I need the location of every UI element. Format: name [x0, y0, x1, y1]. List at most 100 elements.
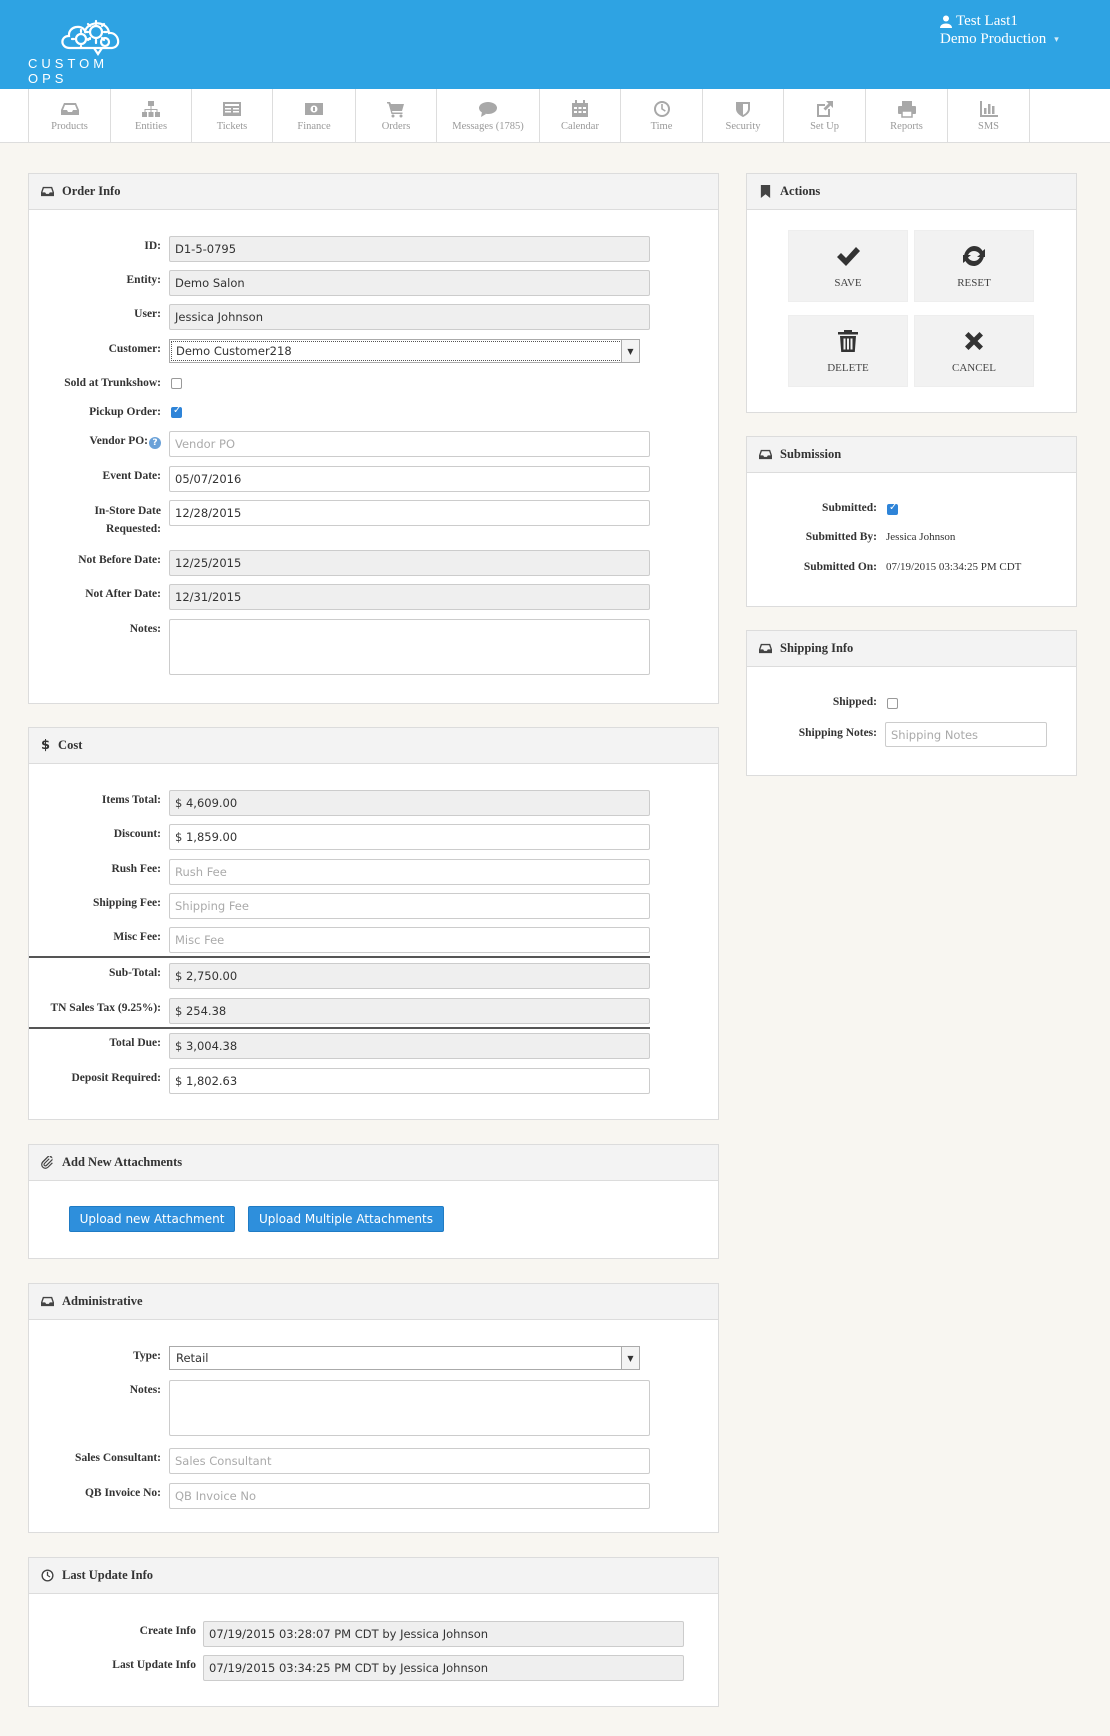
- entity-label: Entity:: [126, 274, 162, 286]
- instore-date-label: In-Store Date Requested:: [29, 502, 161, 538]
- nav-finance[interactable]: Finance: [273, 89, 356, 143]
- vendor-po-input[interactable]: Vendor PO: [169, 431, 650, 457]
- nav-entities[interactable]: Entities: [111, 89, 192, 143]
- submission-header: Submission: [747, 437, 1076, 473]
- create-info-label: Create Info: [139, 1625, 196, 1637]
- pickup-checkbox[interactable]: [171, 405, 182, 418]
- vendor-po-label-text: Vendor PO:: [89, 435, 148, 447]
- shipped-checkbox[interactable]: [887, 698, 898, 709]
- items-total-field[interactable]: $ 4,609.00: [169, 790, 650, 816]
- user-label: User:: [134, 308, 161, 320]
- nav-security[interactable]: Security: [703, 89, 784, 143]
- submitted-by-value: Jessica Johnson: [886, 531, 956, 543]
- reset-label: RESET: [957, 277, 991, 289]
- chevron-down-icon: ▼: [621, 340, 639, 362]
- nav-label: Orders: [381, 121, 411, 132]
- qb-invoice-input[interactable]: QB Invoice No: [169, 1483, 650, 1509]
- last-update-info-field[interactable]: 07/19/2015 03:34:25 PM CDT by Jessica Jo…: [203, 1655, 684, 1681]
- nav-products[interactable]: Products: [28, 89, 111, 143]
- nav-messages[interactable]: Messages (1785): [437, 89, 540, 143]
- administrative-panel: Administrative Type: Retail ▼ Notes: Sal…: [28, 1283, 719, 1533]
- actions-header: Actions: [747, 174, 1076, 210]
- total-divider: [29, 1027, 650, 1029]
- user-field[interactable]: Jessica Johnson: [169, 304, 650, 330]
- entity-field[interactable]: Demo Salon: [169, 270, 650, 296]
- dollar-icon: $: [41, 738, 51, 753]
- custom-ops-logo[interactable]: CUSTOM OPS: [28, 12, 148, 86]
- sitemap-icon: [142, 101, 160, 117]
- panel-title: Administrative: [62, 1294, 143, 1308]
- submitted-by-label: Submitted By:: [805, 531, 877, 543]
- nav-sms[interactable]: SMS: [948, 89, 1030, 143]
- panel-title: Cost: [58, 738, 83, 752]
- submitted-checkbox[interactable]: [887, 502, 898, 515]
- upload-attachment-button[interactable]: Upload new Attachment: [69, 1206, 235, 1232]
- notes-textarea[interactable]: [169, 619, 650, 675]
- nav-label: Security: [725, 121, 761, 132]
- misc-fee-input[interactable]: Misc Fee: [169, 927, 650, 953]
- delete-label: DELETE: [827, 362, 869, 374]
- nav-label: Tickets: [216, 121, 248, 132]
- inbox-icon: [759, 643, 772, 654]
- help-icon[interactable]: ?: [149, 437, 161, 449]
- instore-label-line1: In-Store Date: [94, 505, 161, 517]
- id-field[interactable]: D1-5-0795: [169, 236, 650, 262]
- trunkshow-checkbox[interactable]: [171, 378, 182, 389]
- user-menu[interactable]: Test Last1 Demo Production ▾: [940, 12, 1059, 48]
- bar-chart-icon: [979, 101, 998, 117]
- event-date-input[interactable]: 05/07/2016: [169, 466, 650, 492]
- reset-button[interactable]: RESET: [914, 230, 1034, 302]
- shipping-fee-input[interactable]: Shipping Fee: [169, 893, 650, 919]
- panel-title: Submission: [780, 447, 842, 461]
- customer-select[interactable]: Demo Customer218 ▼: [169, 339, 640, 363]
- save-button[interactable]: SAVE: [788, 230, 908, 302]
- inbox-icon: [41, 186, 54, 197]
- upload-multiple-attachments-button[interactable]: Upload Multiple Attachments: [248, 1206, 444, 1232]
- type-select[interactable]: Retail ▼: [169, 1346, 640, 1370]
- nav-calendar[interactable]: Calendar: [540, 89, 621, 143]
- nav-label: Reports: [890, 121, 923, 132]
- inbox-icon: [41, 1296, 54, 1307]
- discount-input[interactable]: $ 1,859.00: [169, 824, 650, 850]
- ticket-icon: [223, 102, 241, 116]
- discount-label: Discount:: [113, 828, 161, 840]
- chevron-down-icon: ▾: [1054, 34, 1059, 44]
- chevron-down-icon: ▼: [621, 1347, 639, 1369]
- cost-panel: $ Cost Items Total: $ 4,609.00 Discount:…: [28, 727, 719, 1120]
- submitted-label: Submitted:: [822, 502, 877, 514]
- not-after-field[interactable]: 12/31/2015: [169, 584, 650, 610]
- subtotal-label: Sub-Total:: [109, 967, 161, 979]
- sales-consultant-input[interactable]: Sales Consultant: [169, 1448, 650, 1474]
- panel-title: Actions: [780, 184, 821, 198]
- nav-label: Entities: [134, 121, 168, 132]
- instore-date-input[interactable]: 12/28/2015: [169, 500, 650, 526]
- tax-field[interactable]: $ 254.38: [169, 998, 650, 1024]
- cancel-button[interactable]: CANCEL: [914, 315, 1034, 387]
- inbox-icon: [60, 103, 79, 115]
- shipping-notes-input[interactable]: Shipping Notes: [885, 722, 1047, 747]
- chat-icon: [479, 102, 497, 117]
- subtotal-field[interactable]: $ 2,750.00: [169, 963, 650, 989]
- deposit-label: Deposit Required:: [71, 1072, 161, 1084]
- refresh-icon: [963, 246, 985, 266]
- nav-orders[interactable]: Orders: [356, 89, 437, 143]
- nav-reports[interactable]: Reports: [866, 89, 948, 143]
- nav-time[interactable]: Time: [621, 89, 703, 143]
- not-before-field[interactable]: 12/25/2015: [169, 550, 650, 576]
- total-due-field[interactable]: $ 3,004.38: [169, 1033, 650, 1059]
- event-date-label: Event Date:: [102, 470, 161, 482]
- rush-fee-input[interactable]: Rush Fee: [169, 859, 650, 885]
- subtotal-divider: [29, 956, 650, 958]
- admin-notes-textarea[interactable]: [169, 1380, 650, 1436]
- delete-button[interactable]: DELETE: [788, 315, 908, 387]
- brand-text: CUSTOM OPS: [28, 56, 109, 86]
- deposit-input[interactable]: $ 1,802.63: [169, 1068, 650, 1094]
- nav-setup[interactable]: Set Up: [784, 89, 866, 143]
- items-total-label: Items Total:: [101, 794, 161, 806]
- panel-title: Last Update Info: [62, 1568, 153, 1582]
- create-info-field[interactable]: 07/19/2015 03:28:07 PM CDT by Jessica Jo…: [203, 1621, 684, 1647]
- nav-label: Calendar: [561, 121, 599, 132]
- nav-tickets[interactable]: Tickets: [192, 89, 273, 143]
- panel-title: Shipping Info: [780, 641, 854, 655]
- shipping-fee-label: Shipping Fee:: [92, 897, 161, 909]
